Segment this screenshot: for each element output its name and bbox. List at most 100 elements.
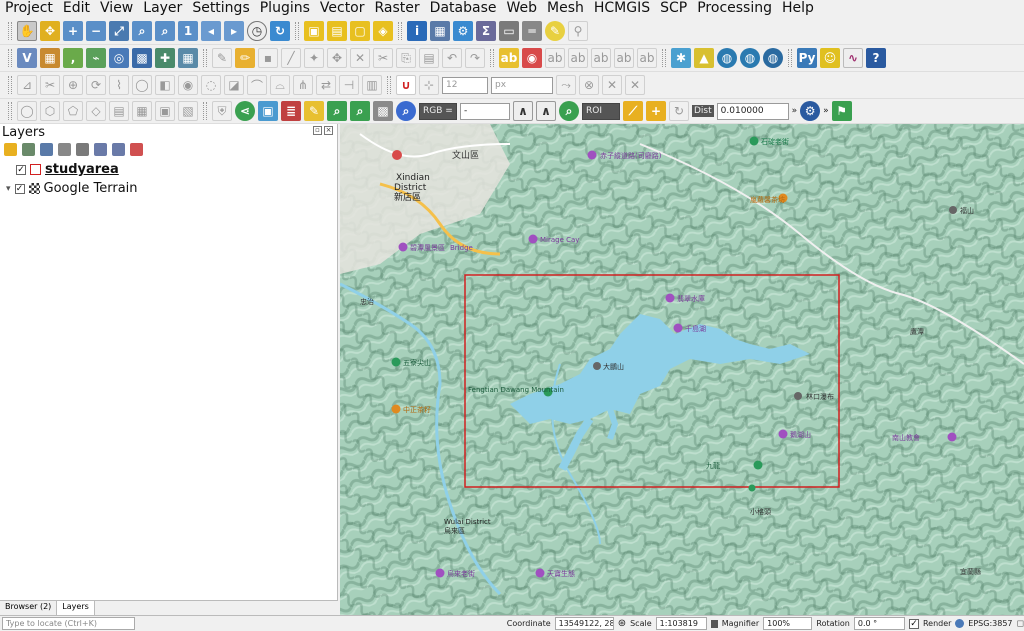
toolbar-handle[interactable] xyxy=(8,49,12,67)
layer-item-studyarea[interactable]: ✓ studyarea xyxy=(16,162,119,177)
add-part-icon[interactable]: ◧ xyxy=(155,75,175,95)
messages-icon[interactable]: ◻ xyxy=(1017,619,1024,629)
snapping-mode-icon[interactable]: ⊹ xyxy=(419,75,439,95)
label-highlight-icon[interactable]: ab xyxy=(545,48,565,68)
help-icon[interactable]: ? xyxy=(866,48,886,68)
zoom-next-icon[interactable]: ▸ xyxy=(224,21,244,41)
undo-icon[interactable]: ↶ xyxy=(442,48,462,68)
delete-ring-icon[interactable]: ◌ xyxy=(201,75,221,95)
cut-features-icon[interactable]: ✂ xyxy=(373,48,393,68)
label-change-icon[interactable]: ab xyxy=(614,48,634,68)
current-edits-icon[interactable]: ✎ xyxy=(212,48,232,68)
collapse-all-icon[interactable] xyxy=(112,143,125,156)
toolbar-handle[interactable] xyxy=(8,22,12,40)
menu-vector[interactable]: Vector xyxy=(315,0,370,17)
toggle-extents-icon[interactable]: ⊛ xyxy=(618,618,626,629)
redo-roi-icon[interactable]: ↻ xyxy=(669,101,689,121)
reverse-line-icon[interactable]: ⇄ xyxy=(316,75,336,95)
label-move-icon[interactable]: ab xyxy=(568,48,588,68)
label-tool-icon[interactable]: ab xyxy=(499,48,519,68)
map-tips-icon[interactable]: ✎ xyxy=(545,21,565,41)
magnifier-field[interactable]: 100% xyxy=(763,617,813,630)
menu-database[interactable]: Database xyxy=(425,0,502,17)
snap-intersection-icon[interactable]: ✕ xyxy=(625,75,645,95)
style-layer-icon[interactable] xyxy=(4,143,17,156)
poi-marker-icon[interactable] xyxy=(947,432,957,442)
poi-marker-icon[interactable] xyxy=(673,323,683,333)
scp-zoom-icon[interactable]: ⌕ xyxy=(327,101,347,121)
float-panel-icon[interactable]: ▫ xyxy=(313,126,322,135)
poi-marker-icon[interactable] xyxy=(398,242,408,252)
filter-expression-icon[interactable] xyxy=(76,143,89,156)
polygon-symbol-icon[interactable] xyxy=(30,164,41,175)
fill-tool-icon[interactable]: ▥ xyxy=(362,75,382,95)
tracing-icon[interactable]: ⤳ xyxy=(556,75,576,95)
new-geopackage-icon[interactable]: ▦ xyxy=(178,48,198,68)
snapping-icon[interactable]: ⊿ xyxy=(17,75,37,95)
pan-to-selection-icon[interactable]: ✥ xyxy=(40,21,60,41)
menu-help[interactable]: Help xyxy=(777,0,819,17)
poi-marker-icon[interactable] xyxy=(528,234,538,244)
poi-marker-icon[interactable] xyxy=(391,357,401,367)
new-shapefile-icon[interactable]: ✚ xyxy=(155,48,175,68)
move-feature-icon[interactable]: ✥ xyxy=(327,48,347,68)
add-roi-icon[interactable]: + xyxy=(646,101,666,121)
expand-arrow-icon[interactable]: ▾ xyxy=(6,184,11,194)
scp-settings-icon[interactable]: ⚙ xyxy=(800,101,821,121)
paste-features-icon[interactable]: ▤ xyxy=(419,48,439,68)
globe-search-icon[interactable]: ◍ xyxy=(740,48,760,68)
redo-icon[interactable]: ↷ xyxy=(465,48,485,68)
poi-marker-icon[interactable] xyxy=(949,206,957,214)
poi-marker-icon[interactable] xyxy=(435,568,445,578)
pan-hand-icon[interactable]: ✋ xyxy=(17,21,37,41)
poi-marker-icon[interactable] xyxy=(749,136,759,146)
snapping-magnet-icon[interactable]: ∪ xyxy=(396,75,416,95)
open-attribute-table-icon[interactable]: ▦ xyxy=(430,21,450,41)
menu-view[interactable]: View xyxy=(95,0,138,17)
band-combination-select[interactable]: - xyxy=(460,102,510,120)
trim-extend-icon[interactable]: ⊣ xyxy=(339,75,359,95)
menu-web[interactable]: Web xyxy=(501,0,542,17)
zoom-full-icon[interactable]: ⤢ xyxy=(109,21,129,41)
scp-grid-icon[interactable]: ▩ xyxy=(373,101,393,121)
zoom-to-selection-icon[interactable]: ⌕ xyxy=(132,21,152,41)
profile-chart-icon[interactable]: ∿ xyxy=(843,48,863,68)
split-features-icon[interactable]: ✂ xyxy=(40,75,60,95)
stretch-std-icon[interactable]: ∧ xyxy=(536,101,556,121)
layer-visibility-checkbox[interactable]: ✓ xyxy=(16,164,26,175)
toolbar-handle[interactable] xyxy=(662,49,666,67)
python-console-icon[interactable]: Py xyxy=(797,48,817,68)
create-roi-icon[interactable]: ⟋ xyxy=(623,101,643,121)
toolbar-handle[interactable] xyxy=(203,49,207,67)
menu-plugins[interactable]: Plugins xyxy=(255,0,315,17)
poi-marker-icon[interactable] xyxy=(778,429,788,439)
add-gpx-icon[interactable]: ⌁ xyxy=(86,48,106,68)
remove-layer-icon[interactable] xyxy=(130,143,143,156)
rotate-feature-icon[interactable]: ⟳ xyxy=(86,75,106,95)
poi-marker-icon[interactable] xyxy=(748,484,756,492)
topology-icon[interactable]: ⊗ xyxy=(579,75,599,95)
poi-marker-icon[interactable] xyxy=(753,460,763,470)
scp-zoom-roi-icon[interactable]: ⌕ xyxy=(559,101,579,121)
expand-all-icon[interactable] xyxy=(94,143,107,156)
dist-value-input[interactable]: 0.010000 xyxy=(716,102,789,120)
toolbar-handle[interactable] xyxy=(203,102,207,120)
toolbar-handle[interactable] xyxy=(8,76,12,94)
save-edits-icon[interactable]: ▪ xyxy=(258,48,278,68)
rotation-field[interactable]: 0.0 ° xyxy=(853,617,906,630)
label-show-icon[interactable]: ab xyxy=(637,48,657,68)
add-delimited-text-icon[interactable]: , xyxy=(63,48,83,68)
label-rotate-icon[interactable]: ab xyxy=(591,48,611,68)
toolbar-overflow-chevron-icon[interactable]: » xyxy=(792,106,798,116)
zoom-out-icon[interactable]: − xyxy=(86,21,106,41)
lock-scale-icon[interactable] xyxy=(710,619,718,628)
close-panel-icon[interactable]: × xyxy=(324,126,333,135)
simplify-icon[interactable]: ⌇ xyxy=(109,75,129,95)
delete-part-icon[interactable]: ◪ xyxy=(224,75,244,95)
filter-legend-icon[interactable] xyxy=(58,143,71,156)
merge-features-icon[interactable]: ⊕ xyxy=(63,75,83,95)
attribute-select-icon[interactable]: ▧ xyxy=(178,101,198,121)
toolbar-handle[interactable] xyxy=(490,49,494,67)
locator-search-input[interactable]: Type to locate (Ctrl+K) xyxy=(2,617,135,630)
menu-project[interactable]: Project xyxy=(0,0,58,17)
